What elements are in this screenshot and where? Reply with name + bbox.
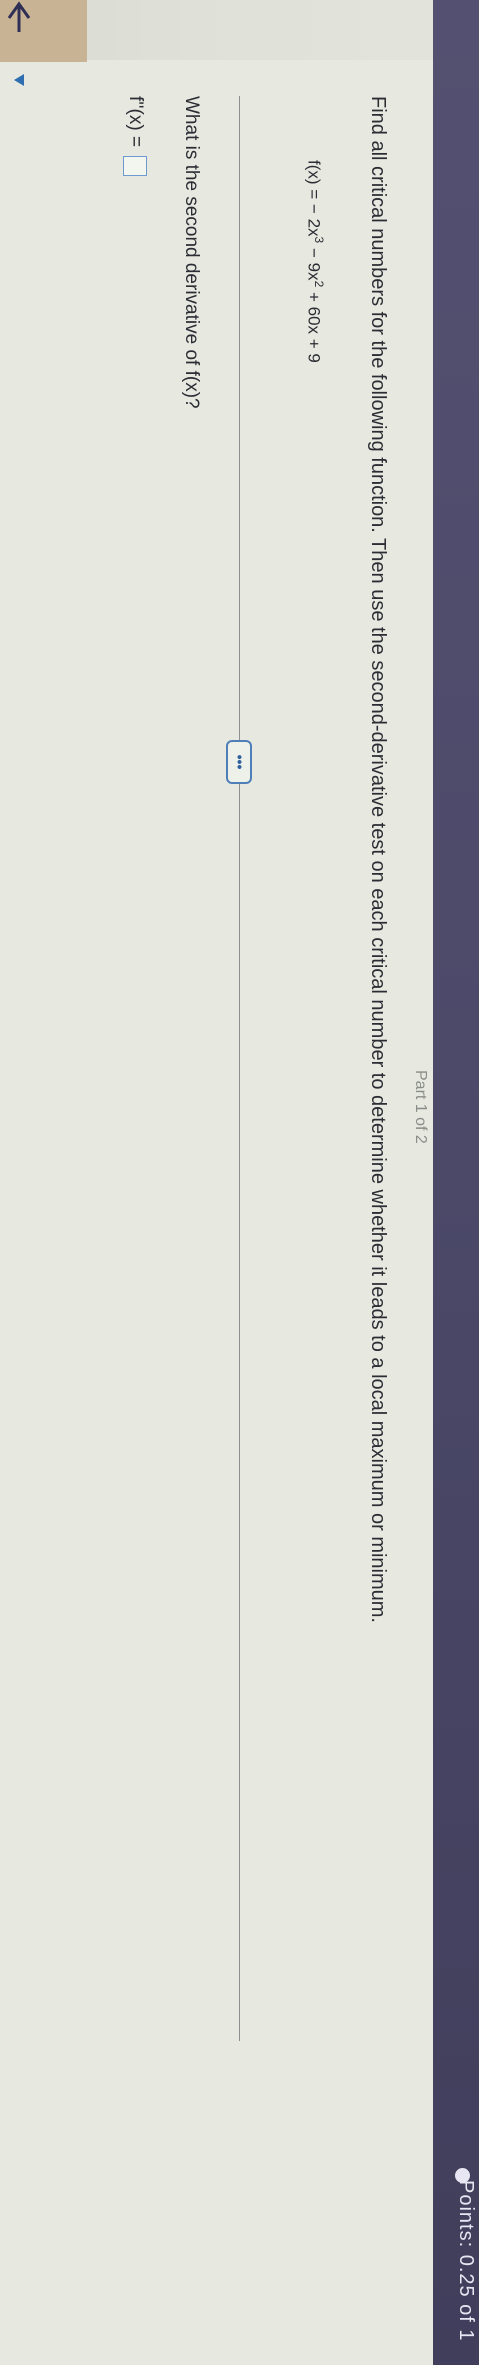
function-mid: − 9x [304,243,324,281]
answer-label: f''(x) = [124,96,146,148]
part-label: Part 1 of 2 [412,1070,429,1144]
points-label: Points: 0.25 of 1 [455,2180,477,2342]
back-arrow-svg [7,1,31,32]
question-prompt: Find all critical numbers for the follow… [367,96,389,1623]
function-prefix: f(x) = − 2x [304,160,324,237]
answer-row: f''(x) = [123,96,147,177]
function-expression: f(x) = − 2x3 − 9x2 + 60x + 9 [303,160,326,363]
collapse-triangle-icon[interactable] [14,74,24,86]
rotated-content: Points: 0.25 of 1 Part 1 of 2 Find all c… [0,0,479,2365]
answer-input[interactable] [123,156,147,177]
more-button[interactable]: ••• [226,740,252,784]
subquestion-text: What is the second derivative of f(x)? [181,96,202,409]
back-arrow-icon[interactable] [7,0,31,34]
function-suffix: + 60x + 9 [304,287,324,363]
section-divider [239,96,240,2041]
